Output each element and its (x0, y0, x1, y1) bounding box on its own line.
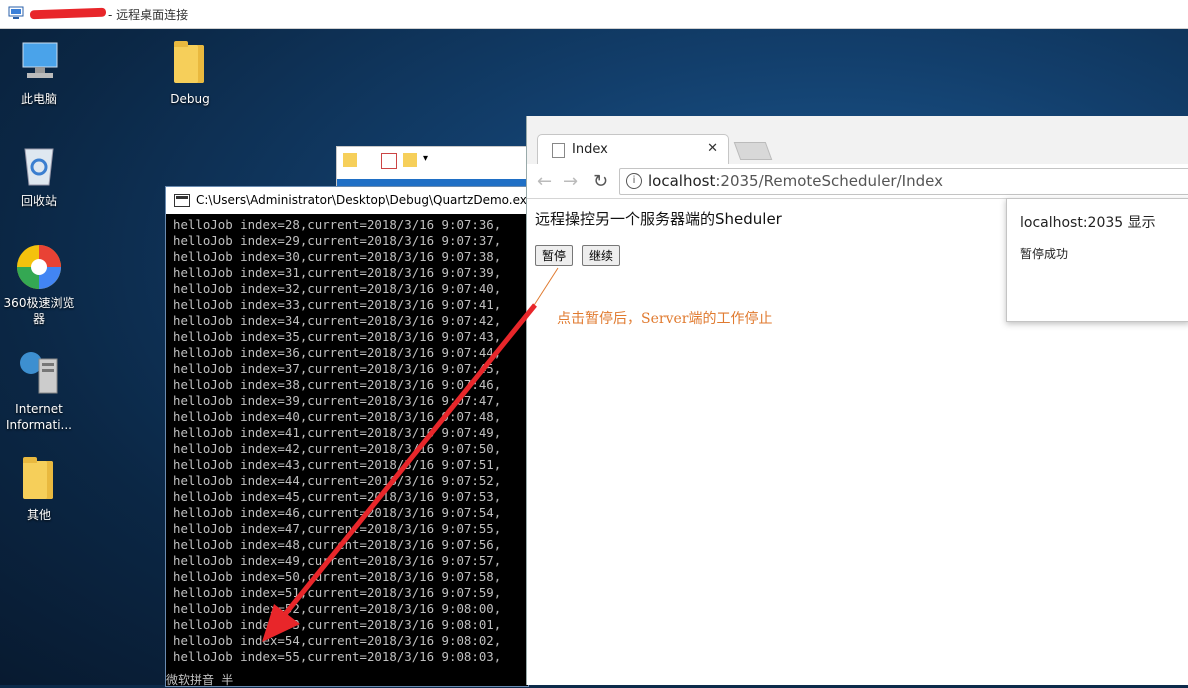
desktop-icon-label: 360极速浏览器 (3, 296, 75, 326)
console-line: helloJob index=42,current=2018/3/16 9:07… (173, 441, 502, 456)
forward-arrow-icon[interactable]: → (563, 171, 578, 192)
console-line: helloJob index=44,current=2018/3/16 9:07… (173, 473, 502, 488)
desktop-icon-360-browser[interactable]: 360极速浏览器 (2, 243, 76, 327)
console-line: helloJob index=36,current=2018/3/16 9:07… (173, 345, 502, 360)
info-icon[interactable]: i (626, 173, 642, 189)
desktop-icon-label: Internet Informati... (6, 402, 72, 432)
back-arrow-icon[interactable]: ← (537, 171, 552, 192)
desktop-icon-label: 其他 (26, 508, 51, 522)
console-line: helloJob index=49,current=2018/3/16 9:07… (173, 553, 502, 568)
alert-message: 暂停成功 (1020, 247, 1069, 261)
reload-icon[interactable]: ↻ (593, 171, 608, 192)
checkbox-icon (381, 153, 397, 169)
desktop-icon-label: 此电脑 (20, 92, 57, 106)
console-line: helloJob index=32,current=2018/3/16 9:07… (173, 281, 502, 296)
folder-icon (403, 153, 417, 167)
console-line: helloJob index=48,current=2018/3/16 9:07… (173, 537, 502, 552)
console-window: C:\Users\Administrator\Desktop\Debug\Qua… (165, 186, 529, 687)
close-icon[interactable]: ✕ (707, 141, 718, 156)
console-line: helloJob index=46,current=2018/3/16 9:07… (173, 505, 502, 520)
address-bar[interactable]: i localhost:2035/RemoteScheduler/Index (619, 168, 1188, 195)
console-line: helloJob index=34,current=2018/3/16 9:07… (173, 313, 502, 328)
console-line: helloJob index=28,current=2018/3/16 9:07… (173, 217, 502, 232)
console-line: helloJob index=52,current=2018/3/16 9:08… (173, 601, 502, 616)
page-heading: 远程操控另一个服务器端的Sheduler (535, 210, 782, 228)
ime-status: 微软拼音 半 (166, 673, 234, 687)
console-output: helloJob index=28,current=2018/3/16 9:07… (173, 217, 528, 686)
page-icon (552, 143, 565, 158)
console-line: helloJob index=47,current=2018/3/16 9:07… (173, 521, 502, 536)
console-icon (174, 194, 190, 207)
console-line: helloJob index=29,current=2018/3/16 9:07… (173, 233, 502, 248)
alert-dialog: localhost:2035 显示 暂停成功 (1006, 198, 1188, 322)
dropdown-icon[interactable]: ▾ (423, 153, 428, 164)
folder-icon (166, 39, 214, 87)
console-line: helloJob index=43,current=2018/3/16 9:07… (173, 457, 502, 472)
console-line: helloJob index=30,current=2018/3/16 9:07… (173, 249, 502, 264)
desktop-icon-other[interactable]: 其他 (4, 455, 74, 523)
console-line: helloJob index=31,current=2018/3/16 9:07… (173, 265, 502, 280)
resume-button[interactable]: 继续 (582, 245, 621, 266)
console-titlebar[interactable]: C:\Users\Administrator\Desktop\Debug\Qua… (166, 187, 528, 214)
console-line: helloJob index=51,current=2018/3/16 9:07… (173, 585, 502, 600)
desktop-icon-label: 回收站 (20, 194, 57, 208)
tab-title: Index (572, 142, 608, 157)
console-line: helloJob index=37,current=2018/3/16 9:07… (173, 361, 502, 376)
console-line: helloJob index=45,current=2018/3/16 9:07… (173, 489, 502, 504)
console-line: helloJob index=53,current=2018/3/16 9:08… (173, 617, 502, 632)
console-title: C:\Users\Administrator\Desktop\Debug\Qua… (196, 193, 528, 207)
pause-button[interactable]: 暂停 (535, 245, 574, 266)
console-line: helloJob index=38,current=2018/3/16 9:07… (173, 377, 502, 392)
remote-desktop-icon (8, 6, 24, 19)
folder-icon (15, 455, 63, 503)
console-line: helloJob index=39,current=2018/3/16 9:07… (173, 393, 502, 408)
explorer-window: ▾ (336, 146, 533, 188)
desktop-icon-iis[interactable]: Internet Informati... (4, 349, 74, 433)
console-line: helloJob index=41,current=2018/3/16 9:07… (173, 425, 502, 440)
desktop-icon-label: Debug (170, 92, 210, 106)
redacted-hostname (29, 7, 107, 20)
new-tab-button[interactable] (733, 142, 773, 160)
desktop-icon-computer[interactable]: 此电脑 (4, 39, 74, 107)
window-title: - 远程桌面连接 (108, 8, 189, 22)
console-line: helloJob index=35,current=2018/3/16 9:07… (173, 329, 502, 344)
browser-toolbar: ← → ↻ i localhost:2035/RemoteScheduler/I… (527, 164, 1188, 199)
remote-desktop-titlebar: - 远程桌面连接 (0, 0, 1188, 29)
console-line: helloJob index=54,current=2018/3/16 9:08… (173, 633, 502, 648)
alert-title: localhost:2035 显示 (1020, 215, 1156, 231)
desktop-icon-debug[interactable]: Debug (155, 39, 225, 107)
iis-server-icon (15, 349, 63, 397)
recycle-bin-icon (15, 141, 63, 189)
computer-icon (15, 39, 63, 87)
desktop-icon-recycle-bin[interactable]: 回收站 (4, 141, 74, 209)
browser-360-icon (15, 243, 63, 291)
tab-strip: Index ✕ (527, 116, 1188, 165)
annotation-text: 点击暂停后，Server端的工作停止 (557, 311, 773, 327)
console-line: helloJob index=40,current=2018/3/16 9:07… (173, 409, 502, 424)
tab-index[interactable]: Index ✕ (537, 134, 729, 165)
folder-icon (343, 153, 357, 167)
console-line: helloJob index=33,current=2018/3/16 9:07… (173, 297, 502, 312)
url-text: localhost:2035/RemoteScheduler/Index (648, 172, 943, 190)
console-line: helloJob index=55,current=2018/3/16 9:08… (173, 649, 502, 664)
console-line: helloJob index=50,current=2018/3/16 9:07… (173, 569, 502, 584)
